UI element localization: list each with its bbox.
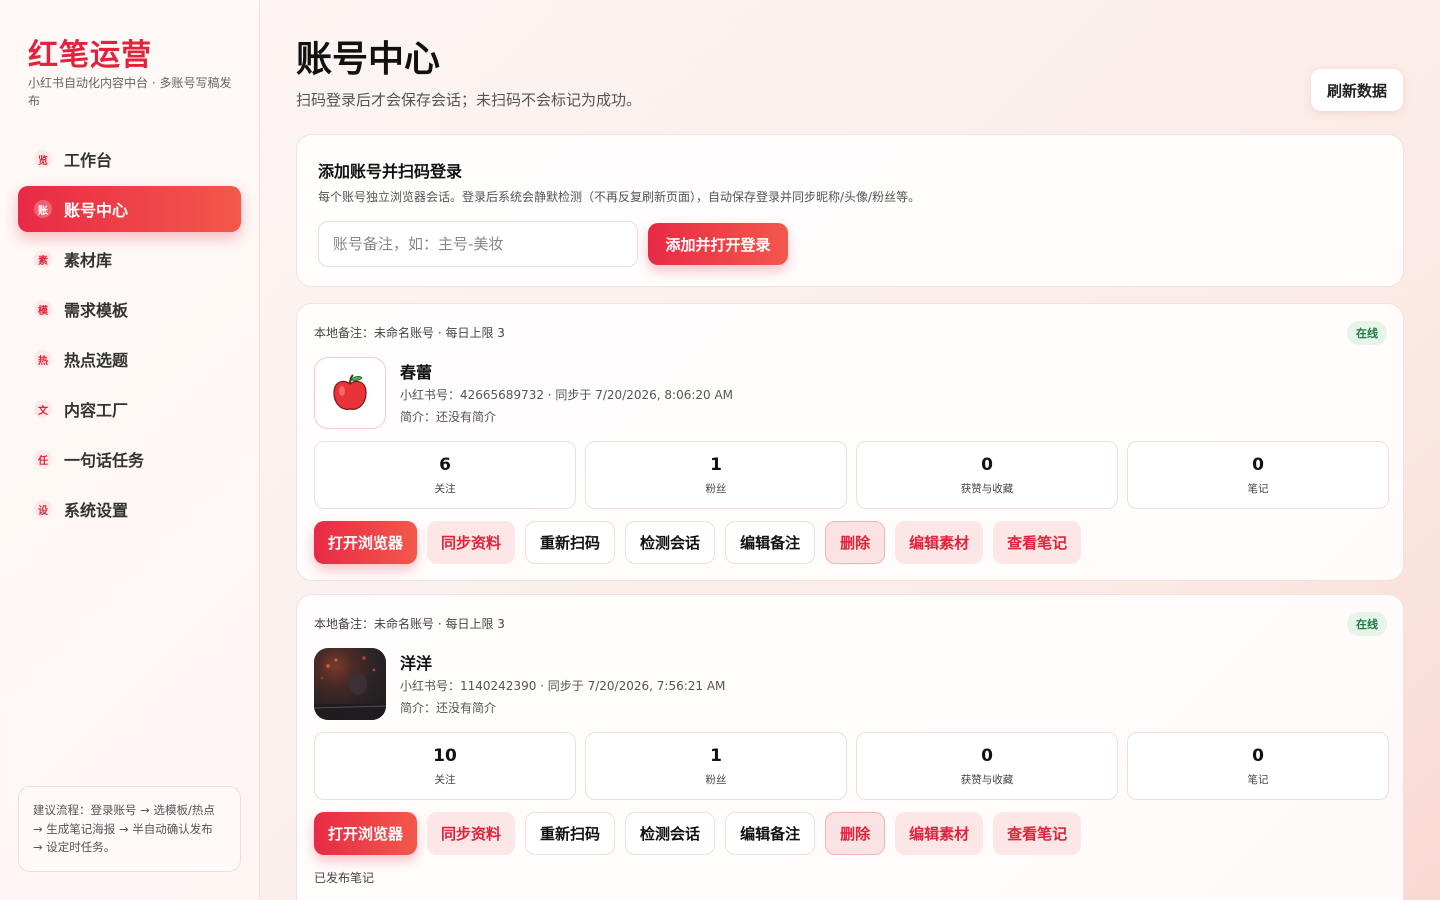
sidebar-item-label: 账号中心 — [64, 201, 129, 220]
account-local-note: 本地备注：未命名账号 · 每日上限 3 — [314, 326, 505, 340]
sidebar-item-label: 需求模板 — [64, 301, 129, 320]
stat-label: 笔记 — [1247, 773, 1269, 786]
nav-badge-icon: 账 — [34, 200, 52, 218]
stat-value: 0 — [1252, 454, 1264, 475]
stat-value: 0 — [981, 454, 993, 475]
status-badge: 在线 — [1347, 321, 1387, 345]
workflow-tip: 建议流程：登录账号 → 选模板/热点 → 生成笔记海报 → 半自动确认发布 → … — [18, 786, 241, 872]
rescan-button[interactable]: 重新扫码 — [525, 812, 616, 855]
stat-label: 获赞与收藏 — [960, 482, 1014, 495]
sidebar-item-label: 内容工厂 — [64, 401, 129, 420]
sidebar-item-label: 工作台 — [64, 151, 113, 170]
check-session-button[interactable]: 检测会话 — [625, 521, 716, 564]
account-name: 洋洋 — [400, 654, 433, 673]
stat-value: 1 — [710, 454, 722, 475]
sidebar-item-workbench[interactable]: 览 工作台 — [18, 136, 241, 182]
nav-badge-icon: 热 — [34, 350, 52, 368]
open-browser-button[interactable]: 打开浏览器 — [314, 521, 418, 564]
stat-following: 10 关注 — [314, 732, 576, 800]
stat-value: 1 — [710, 745, 722, 766]
account-name: 春蕾 — [400, 363, 433, 382]
check-session-button[interactable]: 检测会话 — [625, 812, 716, 855]
nav-badge-icon: 任 — [34, 450, 52, 468]
brand-title: 红笔运营 — [28, 38, 152, 73]
status-badge: 在线 — [1347, 612, 1387, 636]
stat-label: 粉丝 — [705, 773, 727, 786]
sidebar-item-settings[interactable]: 设 系统设置 — [18, 486, 241, 532]
edit-note-button[interactable]: 编辑备注 — [725, 521, 816, 564]
account-meta: 小红书号：42665689732 · 同步于 7/20/2026, 8:06:2… — [400, 388, 734, 402]
stat-value: 10 — [433, 745, 457, 766]
stat-label: 关注 — [434, 773, 456, 786]
sidebar-item-label: 一句话任务 — [64, 451, 145, 470]
sidebar-item-templates[interactable]: 模 需求模板 — [18, 286, 241, 332]
sidebar-item-materials[interactable]: 素 素材库 — [18, 236, 241, 282]
add-account-card: 添加账号并扫码登录 每个账号独立浏览器会话。登录后系统会静默检测（不再反复刷新页… — [296, 134, 1404, 287]
view-notes-button[interactable]: 查看笔记 — [993, 812, 1082, 855]
stat-label: 笔记 — [1247, 482, 1269, 495]
edit-material-button[interactable]: 编辑素材 — [895, 521, 984, 564]
stat-likes-saves: 0 获赞与收藏 — [856, 441, 1118, 509]
sidebar-item-hot-topics[interactable]: 热 热点选题 — [18, 336, 241, 382]
nav-badge-icon: 览 — [34, 150, 52, 168]
sync-profile-button[interactable]: 同步资料 — [427, 521, 516, 564]
avatar — [314, 357, 386, 429]
account-meta: 小红书号：1140242390 · 同步于 7/20/2026, 7:56:21… — [400, 679, 726, 693]
account-bio: 简介：还没有简介 — [400, 410, 497, 424]
sidebar-nav: 览 工作台 账 账号中心 素 素材库 模 需求模板 热 热点选题 文 内容工厂 … — [18, 136, 241, 536]
open-browser-button[interactable]: 打开浏览器 — [314, 812, 418, 855]
view-notes-button[interactable]: 查看笔记 — [993, 521, 1082, 564]
avatar — [314, 648, 386, 720]
stat-notes: 0 笔记 — [1127, 441, 1389, 509]
delete-button[interactable]: 删除 — [825, 812, 886, 855]
nav-badge-icon: 设 — [34, 500, 52, 518]
stat-label: 关注 — [434, 482, 456, 495]
account-stats: 10 关注 1 粉丝 0 获赞与收藏 0 笔记 — [314, 732, 1389, 800]
add-and-login-button[interactable]: 添加并打开登录 — [648, 223, 788, 265]
account-note-input[interactable] — [318, 221, 638, 267]
stat-notes: 0 笔记 — [1127, 732, 1389, 800]
account-actions: 打开浏览器 同步资料 重新扫码 检测会话 编辑备注 删除 编辑素材 查看笔记 — [314, 521, 1082, 564]
account-bio: 简介：还没有简介 — [400, 701, 497, 715]
nav-badge-icon: 模 — [34, 300, 52, 318]
sidebar-item-label: 热点选题 — [64, 351, 129, 370]
edit-note-button[interactable]: 编辑备注 — [725, 812, 816, 855]
delete-button[interactable]: 删除 — [825, 521, 886, 564]
stat-value: 6 — [439, 454, 451, 475]
brand-subtitle: 小红书自动化内容中台 · 多账号写稿发布 — [28, 76, 232, 108]
sidebar-item-one-line-task[interactable]: 任 一句话任务 — [18, 436, 241, 482]
rescan-button[interactable]: 重新扫码 — [525, 521, 616, 564]
stat-likes-saves: 0 获赞与收藏 — [856, 732, 1118, 800]
add-account-description: 每个账号独立浏览器会话。登录后系统会静默检测（不再反复刷新页面），自动保存登录并… — [318, 190, 921, 204]
nav-badge-icon: 素 — [34, 250, 52, 268]
account-card: 本地备注：未命名账号 · 每日上限 3 在线 洋洋 小红书号：114024239… — [296, 594, 1404, 900]
nav-badge-icon: 文 — [34, 400, 52, 418]
page-title: 账号中心 — [296, 38, 441, 80]
stat-value: 0 — [1252, 745, 1264, 766]
sidebar-item-content-factory[interactable]: 文 内容工厂 — [18, 386, 241, 432]
account-card: 本地备注：未命名账号 · 每日上限 3 在线 春蕾 小红书号：426656897… — [296, 303, 1404, 581]
apple-icon — [333, 374, 367, 410]
account-local-note: 本地备注：未命名账号 · 每日上限 3 — [314, 617, 505, 631]
account-stats: 6 关注 1 粉丝 0 获赞与收藏 0 笔记 — [314, 441, 1389, 509]
sync-profile-button[interactable]: 同步资料 — [427, 812, 516, 855]
photo-avatar-icon — [314, 656, 386, 720]
sidebar-item-accounts[interactable]: 账 账号中心 — [18, 186, 241, 232]
stat-value: 0 — [981, 745, 993, 766]
refresh-button[interactable]: 刷新数据 — [1311, 69, 1403, 111]
account-actions: 打开浏览器 同步资料 重新扫码 检测会话 编辑备注 删除 编辑素材 查看笔记 — [314, 812, 1082, 855]
sidebar-item-label: 素材库 — [64, 251, 113, 270]
stat-following: 6 关注 — [314, 441, 576, 509]
add-account-title: 添加账号并扫码登录 — [318, 162, 463, 181]
stat-followers: 1 粉丝 — [585, 441, 847, 509]
stat-label: 粉丝 — [705, 482, 727, 495]
stat-label: 获赞与收藏 — [960, 773, 1014, 786]
published-notes-label: 已发布笔记 — [314, 871, 375, 885]
stat-followers: 1 粉丝 — [585, 732, 847, 800]
edit-material-button[interactable]: 编辑素材 — [895, 812, 984, 855]
sidebar-item-label: 系统设置 — [64, 501, 129, 520]
page-subtitle: 扫码登录后才会保存会话；未扫码不会标记为成功。 — [296, 91, 642, 109]
sidebar: 红笔运营 小红书自动化内容中台 · 多账号写稿发布 览 工作台 账 账号中心 素… — [0, 0, 260, 900]
